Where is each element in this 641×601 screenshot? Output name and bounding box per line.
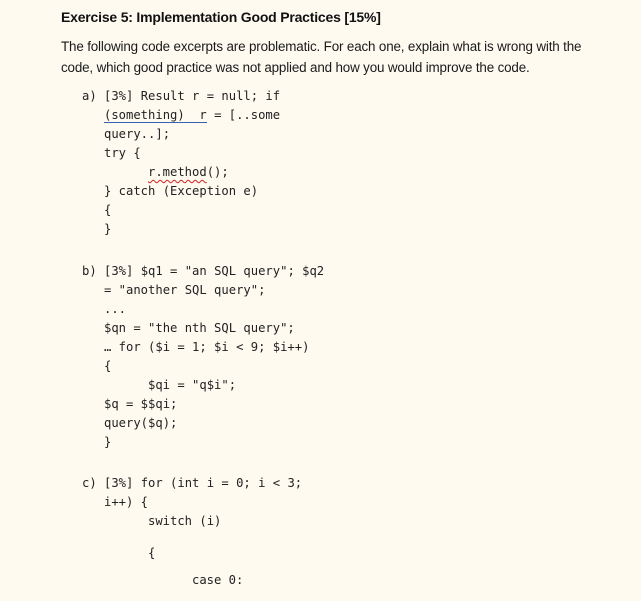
part-b-line-3: $qn = "the nth SQL query"; [104,321,295,335]
part-a-line-7: } [104,222,112,236]
grammar-underline: (something) r [104,108,207,123]
part-b-line-7: $q = $$qi; [104,397,178,411]
part-b-line-6: $qi = "q$i"; [148,378,237,392]
part-b-line-4: … for ($i = 1; $i < 9; $i++) [104,340,310,354]
part-a-line-1: (something) r = [..some [104,108,281,123]
part-b-line-9: } [104,435,112,449]
part-a-label: a) [3%] Result r = null; if [82,89,281,103]
exercise-heading: Exercise 5: Implementation Good Practice… [61,9,381,25]
part-a-line-4: r.method(); [148,165,229,179]
spelling-underline: r.method [148,165,207,179]
part-b-line-5: { [104,359,112,373]
part-c-line-4: case 0: [192,573,244,587]
part-c-line-3: { [148,546,156,560]
part-b-label: b) [3%] $q1 = "an SQL query"; $q2 [82,264,325,278]
part-a-line-5: } catch (Exception e) [104,184,259,198]
part-a-line-2: query..]; [104,127,171,141]
part-a-line-6: { [104,203,112,217]
part-c-line-2: switch (i) [148,514,222,528]
part-b-line-8: query($q); [104,416,178,430]
part-b-line-1: = "another SQL query"; [104,283,266,297]
part-c-label: c) [3%] for (int i = 0; i < 3; [82,476,303,490]
part-c-line-1: i++) { [104,495,149,509]
exercise-intro: The following code excerpts are problema… [61,39,582,75]
part-a-line-3: try { [104,146,141,160]
part-b-line-2: ... [104,302,127,316]
